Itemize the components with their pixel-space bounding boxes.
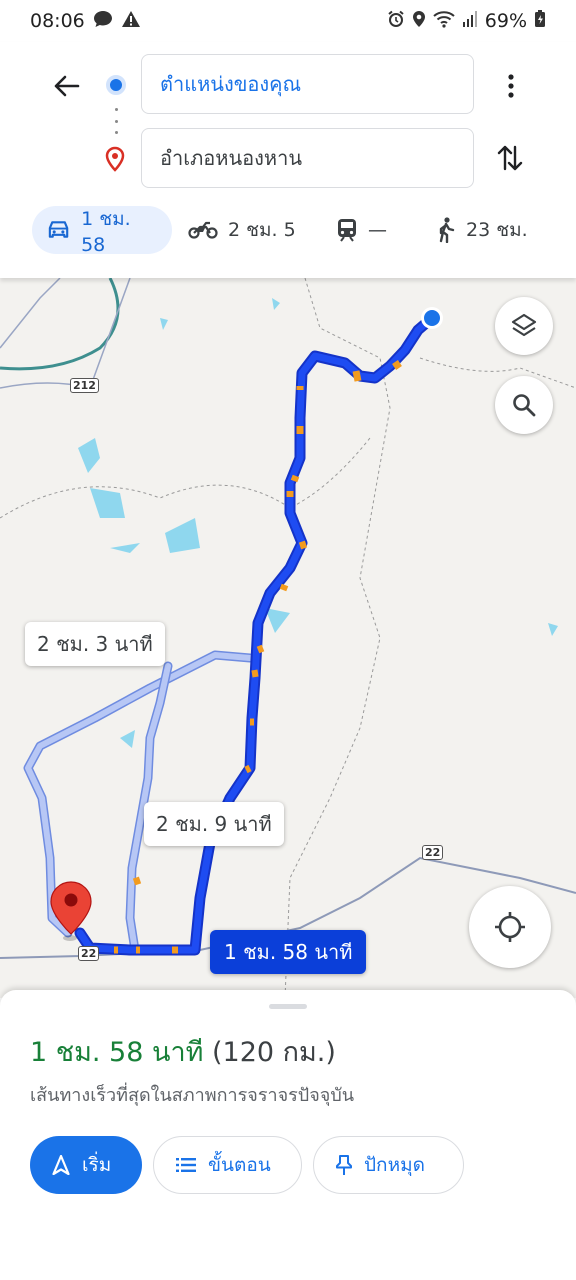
alarm-icon [387,10,405,33]
origin-dot-icon [106,75,126,95]
battery-icon [534,9,546,33]
origin-field[interactable]: ตำแหน่งของคุณ [141,54,474,114]
water-body [265,608,290,633]
route-summary: 1 ชม. 58 นาที (120 กม.) [30,1030,336,1073]
boundary-line [0,437,371,519]
river-line [0,278,120,371]
my-location-icon [495,912,525,942]
layers-button[interactable] [495,297,553,355]
mode-walking[interactable]: 23 ชม. [436,206,528,254]
main-route-label[interactable]: 1 ชม. 58 นาที [210,930,367,974]
water-body [160,318,168,330]
status-bar: 08:06 69% [0,0,576,42]
destination-pin-icon [104,146,126,176]
train-icon [338,219,356,242]
mode-walking-label: 23 ชม. [466,219,528,241]
route-distance: (120 กม.) [212,1037,336,1068]
current-location-dot [424,310,440,326]
road-shield: 22 [422,845,444,860]
water-body [548,623,558,636]
water-body [110,543,140,553]
alt-route-1-label[interactable]: 2 ชม. 3 นาที [25,622,165,666]
swap-vert-icon [497,145,523,171]
warning-icon [121,10,141,33]
list-icon [176,1158,196,1172]
back-button[interactable] [46,66,86,106]
mode-driving-label: 1 ชม. 58 [81,208,131,256]
more-options-button[interactable] [492,66,530,106]
wifi-icon [433,10,455,33]
battery-percent: 69% [484,10,527,32]
water-body [120,730,135,748]
route-duration: 1 ชม. 58 นาที [30,1037,204,1068]
pin-button[interactable]: ปักหมุด [313,1136,464,1194]
start-button[interactable]: เริ่ม [30,1136,142,1194]
start-button-label: เริ่ม [82,1154,112,1176]
map-view[interactable]: 212 22 22 2 ชม. 3 นาที 2 ชม. 9 นาที 1 ชม… [0,278,576,998]
signal-icon [462,10,478,33]
road-line [0,278,131,389]
sheet-drag-handle[interactable] [269,1004,307,1009]
pushpin-icon [336,1155,352,1175]
water-body [165,518,200,553]
steps-button[interactable]: ขั้นตอน [153,1136,302,1194]
status-left: 08:06 [30,10,141,33]
route-connector-dots [114,108,118,134]
status-time: 08:06 [30,10,85,32]
route-subtitle: เส้นทางเร็วที่สุดในสภาพการจราจรปัจจุบัน [30,1085,355,1106]
mode-motorcycle-label: 2 ชม. 5 [228,219,296,241]
pin-button-label: ปักหมุด [364,1154,425,1176]
more-vert-icon [508,74,514,98]
road-line [0,278,61,349]
water-body [78,438,100,473]
mode-motorcycle[interactable]: 2 ชม. 5 [188,206,296,254]
road-shield: 22 [78,946,100,961]
status-right: 69% [387,9,546,33]
car-icon [48,221,69,238]
boundary-line [419,357,576,389]
walk-icon [439,217,455,243]
navigation-icon [52,1155,70,1175]
travel-modes: 1 ชม. 58 2 ชม. 5 — 23 ชม. [0,204,576,256]
mode-transit[interactable]: — [336,206,387,254]
mode-driving[interactable]: 1 ชม. 58 [32,206,172,256]
route-summary-sheet[interactable]: 1 ชม. 58 นาที (120 กม.) เส้นทางเร็วที่สุ… [0,990,576,1280]
swap-button[interactable] [490,138,530,178]
my-location-button[interactable] [469,886,551,968]
chat-bubble-icon [93,10,113,33]
destination-field[interactable]: อำเภอหนองหาน [141,128,474,188]
search-along-route-button[interactable] [495,376,553,434]
search-icon [513,394,536,417]
alt-route-2-label[interactable]: 2 ชม. 9 นาที [144,802,284,846]
steps-button-label: ขั้นตอน [208,1154,271,1176]
mode-transit-label: — [368,219,387,241]
water-body [272,298,280,310]
location-icon [412,10,426,33]
road-shield: 212 [70,378,99,393]
directions-panel: ตำแหน่งของคุณ อำเภอหนองหาน 1 ชม. 58 2 ชม… [0,42,576,278]
arrow-back-icon [54,75,80,97]
layers-icon [511,313,537,337]
motorcycle-icon [188,221,218,239]
water-body [90,488,125,518]
